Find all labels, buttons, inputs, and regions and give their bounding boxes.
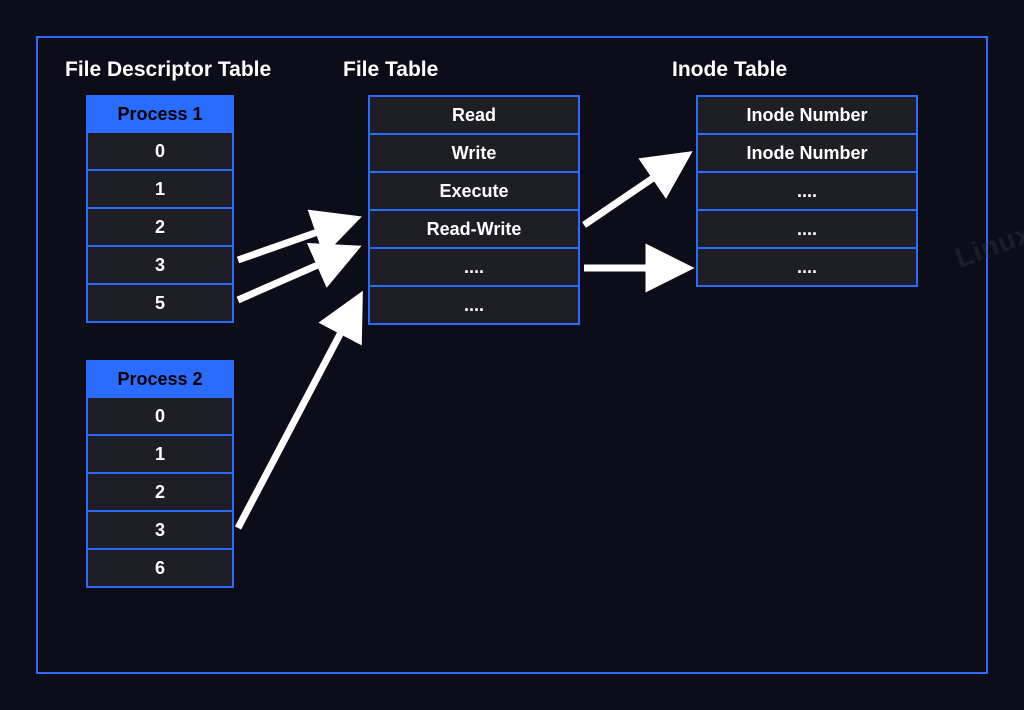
file-table-title: File Table <box>343 58 438 82</box>
inode-table-row: Inode Number <box>698 97 916 133</box>
inode-table-row: .... <box>698 171 916 209</box>
process1-row: 3 <box>88 245 232 283</box>
process1-header: Process 1 <box>88 97 232 131</box>
inode-table-row: .... <box>698 209 916 247</box>
process2-row: 3 <box>88 510 232 548</box>
file-table-row: .... <box>370 247 578 285</box>
process1-row: 1 <box>88 169 232 207</box>
inode-table-title: Inode Table <box>672 58 787 82</box>
process1-table: Process 1 0 1 2 3 5 <box>86 95 234 323</box>
process2-row: 1 <box>88 434 232 472</box>
inode-table-row: Inode Number <box>698 133 916 171</box>
process2-table: Process 2 0 1 2 3 6 <box>86 360 234 588</box>
process1-row: 5 <box>88 283 232 321</box>
process2-row: 6 <box>88 548 232 586</box>
file-table-row: Read-Write <box>370 209 578 247</box>
file-table-row: .... <box>370 285 578 323</box>
inode-table-row: .... <box>698 247 916 285</box>
file-table-row: Write <box>370 133 578 171</box>
process2-header: Process 2 <box>88 362 232 396</box>
process2-row: 2 <box>88 472 232 510</box>
file-table: Read Write Execute Read-Write .... .... <box>368 95 580 325</box>
file-table-row: Read <box>370 97 578 133</box>
process2-row: 0 <box>88 396 232 434</box>
process1-row: 2 <box>88 207 232 245</box>
file-table-row: Execute <box>370 171 578 209</box>
fd-table-title: File Descriptor Table <box>65 58 271 82</box>
process1-row: 0 <box>88 131 232 169</box>
inode-table: Inode Number Inode Number .... .... .... <box>696 95 918 287</box>
